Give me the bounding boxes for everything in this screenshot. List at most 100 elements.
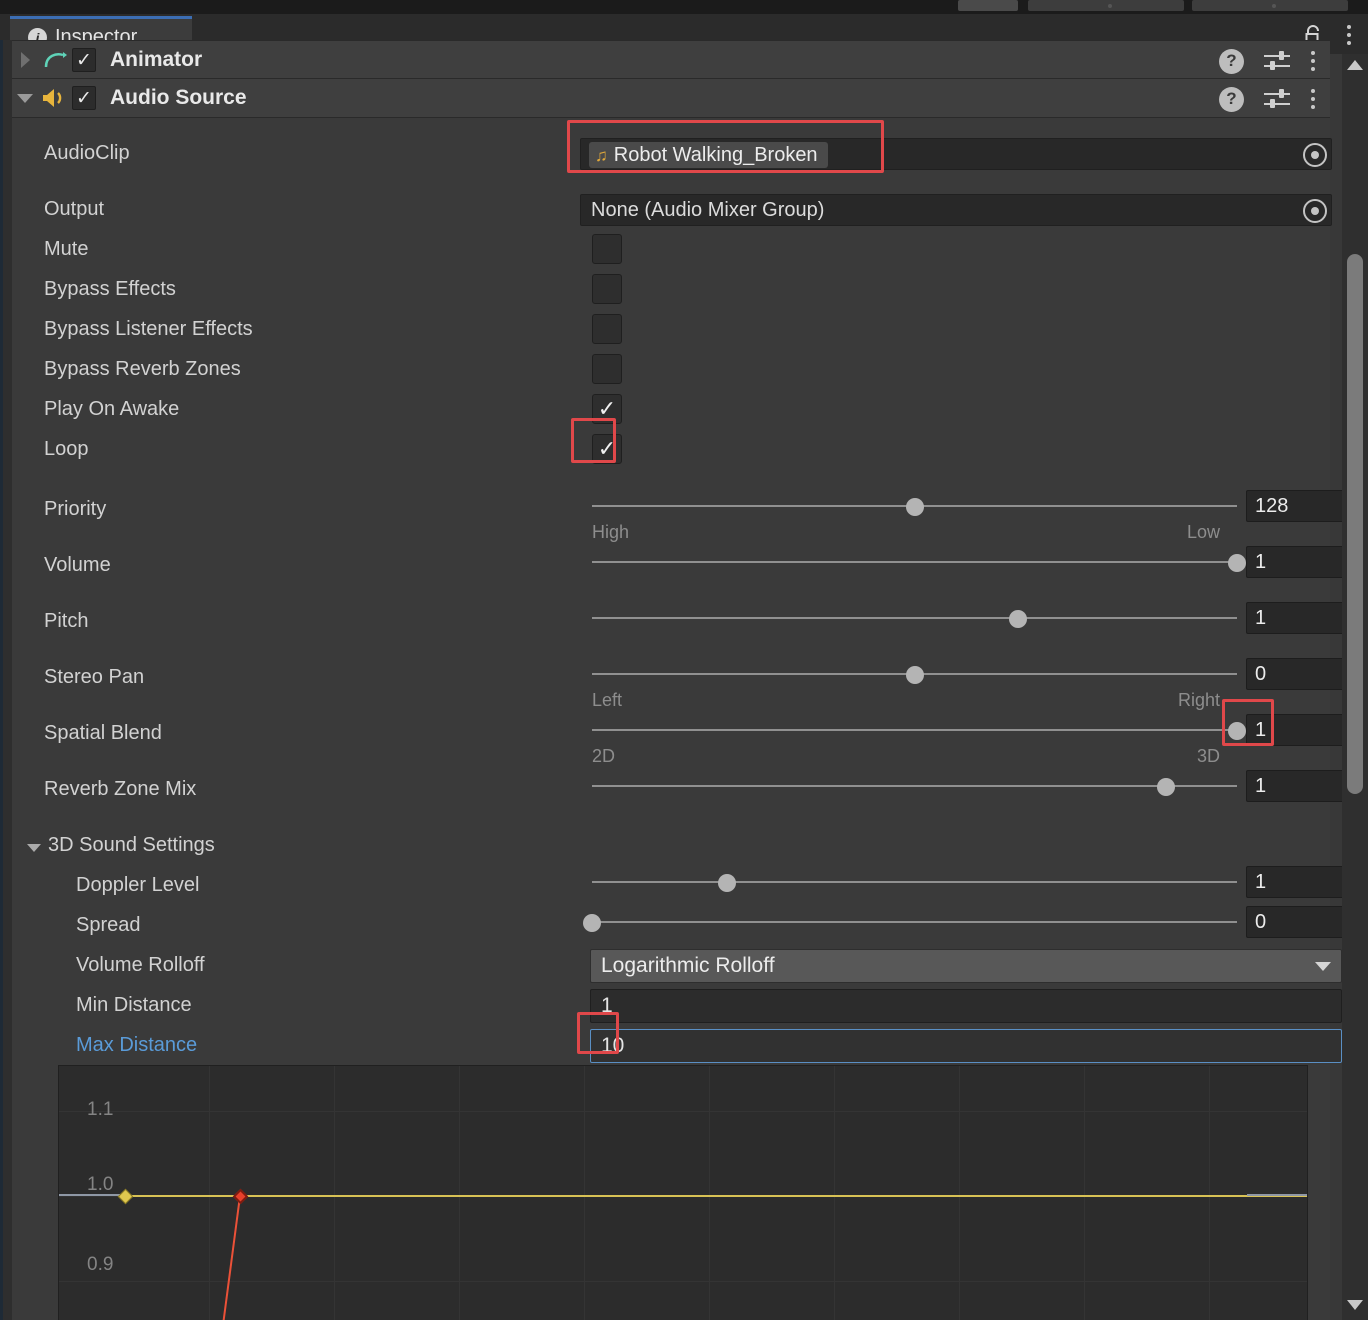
min-distance-label: Min Distance: [76, 994, 192, 1016]
component-header-audio-source[interactable]: ✓ Audio Source ?: [12, 78, 1330, 118]
row-spread: Spread 0: [12, 906, 1344, 946]
toolbar-chip-3[interactable]: [1192, 0, 1348, 11]
volume-value[interactable]: 1: [1246, 546, 1344, 578]
scroll-down-arrow-icon[interactable]: [1347, 1300, 1363, 1310]
audio-clip-field[interactable]: ♫ Robot Walking_Broken: [580, 138, 1332, 170]
stereo-pan-slider[interactable]: [592, 658, 1237, 690]
doppler-level-slider[interactable]: [592, 866, 1237, 898]
bypass-reverb-zones-checkbox[interactable]: [592, 354, 622, 384]
bypass-effects-checkbox[interactable]: [592, 274, 622, 304]
mute-checkbox[interactable]: [592, 234, 622, 264]
row-output: Output None (Audio Mixer Group): [12, 190, 1332, 230]
output-value: None (Audio Mixer Group): [591, 198, 825, 221]
reverb-zone-mix-slider-knob[interactable]: [1157, 778, 1176, 796]
spread-slider-knob[interactable]: [583, 914, 601, 932]
spatial-blend-max-label: 3D: [1196, 746, 1220, 766]
reverb-zone-mix-slider[interactable]: [592, 770, 1237, 802]
help-icon[interactable]: ?: [1219, 86, 1244, 112]
max-distance-field[interactable]: 10: [590, 1029, 1342, 1063]
spatial-blend-slider[interactable]: [592, 714, 1246, 746]
priority-slider-knob[interactable]: [905, 498, 924, 516]
scrollbar-thumb[interactable]: [1347, 254, 1363, 794]
pitch-slider-knob[interactable]: [1008, 610, 1027, 628]
play-on-awake-checkbox[interactable]: ✓: [592, 394, 622, 424]
volume-rolloff-curve: [214, 1196, 241, 1320]
spatial-blend-slider-knob[interactable]: [1228, 722, 1246, 740]
row-bypass-listener-effects: Bypass Listener Effects: [12, 310, 1330, 350]
animator-foldout-icon[interactable]: [12, 52, 38, 68]
stereo-pan-slider-knob[interactable]: [905, 666, 924, 684]
section-3d-sound-settings[interactable]: 3D Sound Settings: [12, 826, 1330, 866]
scroll-up-arrow-icon[interactable]: [1347, 60, 1363, 70]
grid-line: [1084, 1066, 1085, 1320]
audio-clip-label: AudioClip: [44, 142, 130, 164]
curve-key-red[interactable]: [232, 1188, 249, 1205]
volume-rolloff-dropdown[interactable]: Logarithmic Rolloff: [590, 949, 1342, 983]
bypass-listener-effects-label: Bypass Listener Effects: [44, 318, 253, 340]
doppler-level-slider-knob[interactable]: [718, 874, 737, 892]
row-doppler-level: Doppler Level 1: [12, 866, 1344, 906]
stereo-pan-value[interactable]: 0: [1246, 658, 1344, 690]
audio-source-foldout-icon[interactable]: [12, 93, 38, 103]
stereo-pan-max-label: Right: [1177, 690, 1220, 710]
inspector-window: i Inspector ✓ Animator ? ✓ Audio Source …: [0, 14, 1368, 1320]
spatial-blend-label: Spatial Blend: [44, 722, 162, 744]
rolloff-curve-graph[interactable]: 1.1 1.0 0.9: [58, 1065, 1308, 1320]
toolbar-chip-1[interactable]: [958, 0, 1018, 11]
doppler-level-value[interactable]: 1: [1246, 866, 1344, 898]
sound-3d-foldout-icon[interactable]: [26, 840, 42, 856]
mute-label: Mute: [44, 238, 89, 260]
priority-max-label: Low: [1186, 522, 1220, 542]
music-note-icon: ♫: [595, 145, 608, 165]
row-mute: Mute: [12, 230, 1330, 270]
loop-label: Loop: [44, 438, 89, 460]
curve-key-yellow[interactable]: [117, 1188, 134, 1205]
toolbar-chip-2[interactable]: [1028, 0, 1184, 11]
priority-min-label: High: [592, 522, 630, 542]
row-bypass-effects: Bypass Effects: [12, 270, 1330, 310]
priority-label: Priority: [44, 498, 107, 520]
animator-menu-icon[interactable]: [1310, 51, 1316, 71]
top-toolbar-strip: [0, 0, 1368, 14]
priority-value[interactable]: 128: [1246, 490, 1344, 522]
component-header-animator[interactable]: ✓ Animator ?: [12, 40, 1330, 80]
spread-label: Spread: [76, 914, 141, 936]
loop-checkbox[interactable]: ✓: [592, 434, 622, 464]
bypass-reverb-zones-label: Bypass Reverb Zones: [44, 358, 241, 380]
animator-icon: [38, 49, 72, 71]
row-loop: Loop ✓: [12, 430, 1330, 470]
audio-source-header-actions: ?: [1219, 79, 1316, 119]
bypass-listener-effects-checkbox[interactable]: [592, 314, 622, 344]
reverb-zone-mix-value[interactable]: 1: [1246, 770, 1344, 802]
help-icon[interactable]: ?: [1219, 48, 1244, 74]
min-distance-field[interactable]: 1: [590, 989, 1342, 1023]
inspector-menu-icon[interactable]: [1346, 25, 1352, 45]
audio-clip-chip[interactable]: ♫ Robot Walking_Broken: [589, 142, 828, 168]
preset-icon[interactable]: [1264, 50, 1290, 72]
audio-speaker-icon: [38, 86, 72, 110]
row-priority: Priority High Low 128: [12, 490, 1344, 542]
animator-header-actions: ?: [1219, 41, 1316, 81]
priority-slider[interactable]: [592, 490, 1237, 522]
pitch-label: Pitch: [44, 610, 89, 632]
spread-slider[interactable]: [583, 906, 1237, 938]
animator-enabled-checkbox[interactable]: ✓: [72, 48, 96, 72]
volume-rolloff-value: Logarithmic Rolloff: [601, 954, 775, 977]
audio-clip-object-picker[interactable]: [1303, 143, 1327, 167]
animator-title: Animator: [110, 48, 203, 71]
pitch-slider[interactable]: [592, 602, 1237, 634]
spatial-blend-value[interactable]: 1: [1246, 714, 1344, 746]
audio-source-enabled-checkbox[interactable]: ✓: [72, 86, 96, 110]
volume-slider-knob[interactable]: [1228, 554, 1246, 572]
pitch-value[interactable]: 1: [1246, 602, 1344, 634]
preset-icon[interactable]: [1264, 88, 1290, 110]
volume-slider[interactable]: [592, 546, 1246, 578]
play-on-awake-label: Play On Awake: [44, 398, 180, 420]
output-object-picker[interactable]: [1303, 199, 1327, 223]
spread-slider-track: [592, 921, 1237, 923]
vertical-scrollbar[interactable]: [1342, 54, 1368, 1320]
row-bypass-reverb-zones: Bypass Reverb Zones: [12, 350, 1330, 390]
spread-value[interactable]: 0: [1246, 906, 1344, 938]
output-field[interactable]: None (Audio Mixer Group): [580, 194, 1332, 226]
audio-source-menu-icon[interactable]: [1310, 89, 1316, 109]
